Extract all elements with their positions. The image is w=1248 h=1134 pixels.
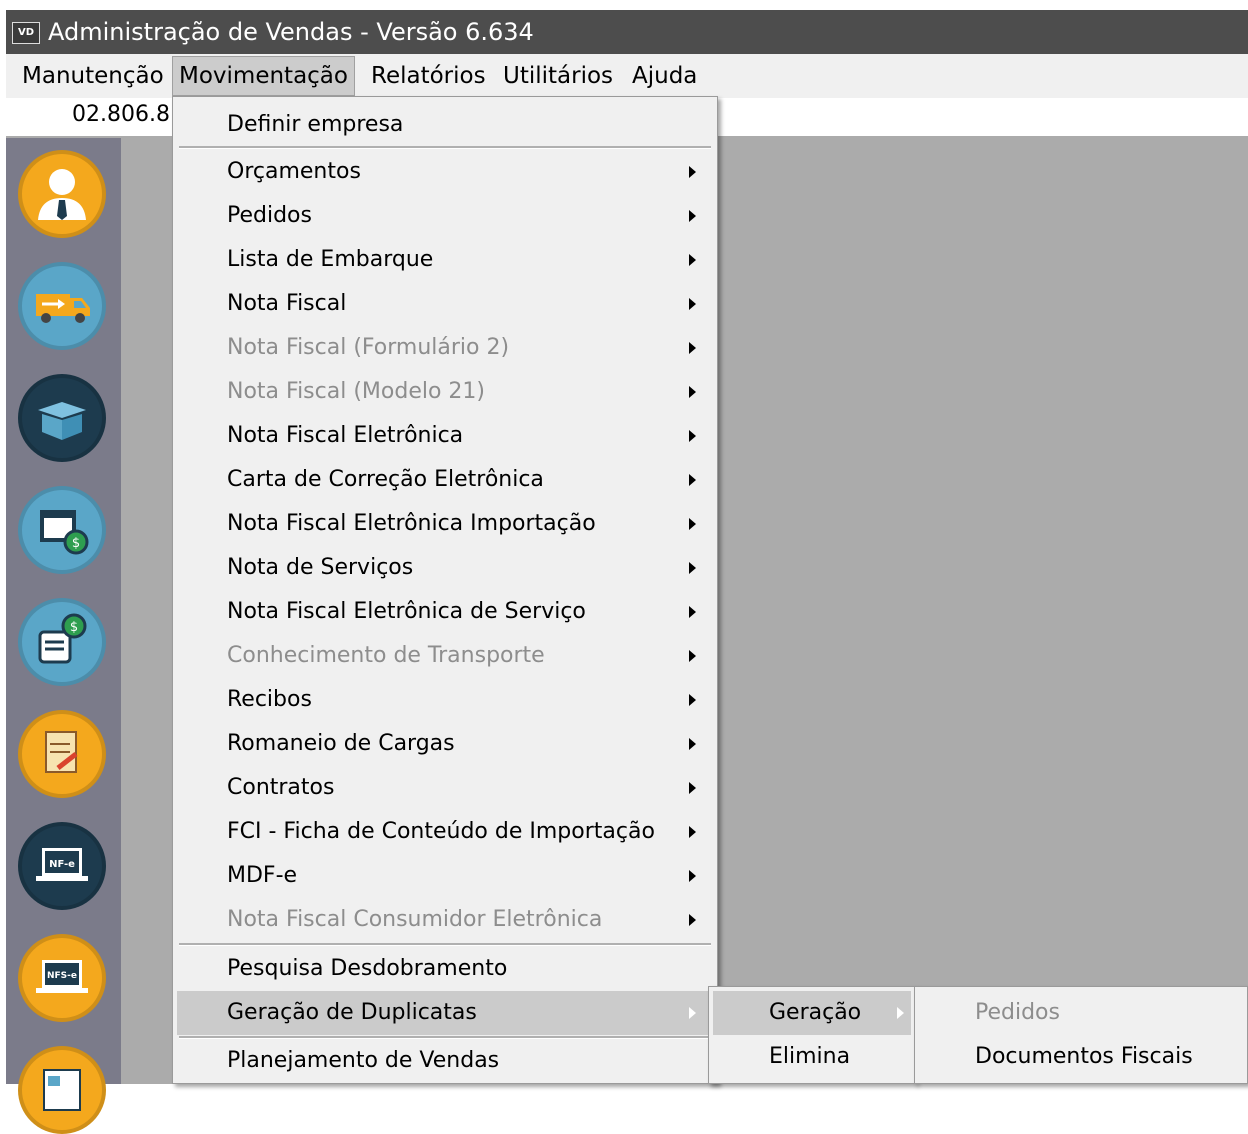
sidebar: $ $ NF-e NFS-e [6, 138, 121, 1134]
menu-item-pedidos[interactable]: Pedidos [173, 194, 717, 238]
duplicatas-submenu: Geração Elimina [708, 986, 916, 1084]
menu-item-nota-de-servicos[interactable]: Nota de Serviços [173, 546, 717, 590]
nf-e-icon[interactable]: NF-e [18, 822, 106, 910]
menu-item-pesquisa-desdobramento[interactable]: Pesquisa Desdobramento [173, 947, 717, 991]
submenu-item-documentos-fiscais[interactable]: Documentos Fiscais [915, 1035, 1247, 1079]
menu-item-geracao-de-duplicatas[interactable]: Geração de Duplicatas [177, 991, 713, 1035]
menu-item-carta-de-correcao[interactable]: Carta de Correção Eletrônica [173, 458, 717, 502]
submenu-arrow-icon [689, 826, 696, 838]
signed-document-icon[interactable] [18, 710, 106, 798]
submenu-arrow-icon [689, 166, 696, 178]
menu-movimentacao[interactable]: Movimentação [172, 56, 355, 96]
menu-item-conhecimento-de-transporte[interactable]: Conhecimento de Transporte [173, 634, 717, 678]
menu-manutencao[interactable]: Manutenção [16, 56, 170, 96]
menu-item-orcamentos[interactable]: Orçamentos [173, 150, 717, 194]
submenu-arrow-icon [689, 1007, 696, 1019]
menu-ajuda[interactable]: Ajuda [626, 56, 703, 96]
submenu-arrow-icon [689, 914, 696, 926]
document-money-icon[interactable]: $ [18, 598, 106, 686]
calendar-money-icon[interactable]: $ [18, 486, 106, 574]
submenu-arrow-icon [689, 474, 696, 486]
menu-item-mdf-e[interactable]: MDF-e [173, 854, 717, 898]
submenu-arrow-icon [689, 738, 696, 750]
nfs-e-icon[interactable]: NFS-e [18, 934, 106, 1022]
geracao-submenu: Pedidos Documentos Fiscais [914, 986, 1248, 1084]
submenu-arrow-icon [689, 518, 696, 530]
delivery-truck-icon[interactable] [18, 262, 106, 350]
submenu-arrow-icon [689, 298, 696, 310]
menu-item-nota-fiscal[interactable]: Nota Fiscal [173, 282, 717, 326]
company-code: 02.806.8 [72, 102, 170, 127]
menu-item-definir-empresa[interactable]: Definir empresa [173, 103, 717, 147]
submenu-arrow-icon [689, 782, 696, 794]
menu-item-planejamento-de-vendas[interactable]: Planejamento de Vendas [173, 1039, 717, 1083]
window-title: Administração de Vendas - Versão 6.634 [48, 18, 534, 46]
movimentacao-menu: Definir empresa Orçamentos Pedidos Lista… [172, 96, 718, 1084]
submenu-arrow-icon [689, 210, 696, 222]
menu-item-recibos[interactable]: Recibos [173, 678, 717, 722]
submenu-arrow-icon [689, 254, 696, 266]
submenu-arrow-icon [689, 342, 696, 354]
title-bar: VD Administração de Vendas - Versão 6.63… [6, 10, 1248, 54]
submenu-arrow-icon [689, 386, 696, 398]
submenu-arrow-icon [689, 650, 696, 662]
submenu-arrow-icon [689, 562, 696, 574]
menu-item-nfe-de-servico[interactable]: Nota Fiscal Eletrônica de Serviço [173, 590, 717, 634]
submenu-arrow-icon [689, 870, 696, 882]
app-icon[interactable]: VD [12, 22, 40, 44]
menu-item-nota-fiscal-modelo-21[interactable]: Nota Fiscal (Modelo 21) [173, 370, 717, 414]
menu-bar: Manutenção Movimentação Relatórios Utili… [6, 54, 1248, 98]
newspaper-icon[interactable] [18, 1046, 106, 1134]
menu-separator [179, 943, 711, 946]
submenu-arrow-icon [689, 606, 696, 618]
nf-e-label: NF-e [49, 859, 75, 870]
menu-item-nota-fiscal-eletronica[interactable]: Nota Fiscal Eletrônica [173, 414, 717, 458]
menu-item-lista-de-embarque[interactable]: Lista de Embarque [173, 238, 717, 282]
submenu-arrow-icon [689, 694, 696, 706]
menu-item-nota-fiscal-formulario-2[interactable]: Nota Fiscal (Formulário 2) [173, 326, 717, 370]
submenu-item-geracao[interactable]: Geração [713, 991, 911, 1035]
menu-utilitarios[interactable]: Utilitários [497, 56, 619, 96]
menu-separator [179, 146, 711, 149]
submenu-arrow-icon [897, 1007, 904, 1019]
menu-item-romaneio-de-cargas[interactable]: Romaneio de Cargas [173, 722, 717, 766]
menu-item-contratos[interactable]: Contratos [173, 766, 717, 810]
menu-item-fci[interactable]: FCI - Ficha de Conteúdo de Importação [173, 810, 717, 854]
box-icon[interactable] [18, 374, 106, 462]
svg-text:$: $ [70, 620, 78, 635]
user-icon[interactable] [18, 150, 106, 238]
menu-item-nfe-importacao[interactable]: Nota Fiscal Eletrônica Importação [173, 502, 717, 546]
menu-item-nfc-e[interactable]: Nota Fiscal Consumidor Eletrônica [173, 898, 717, 942]
nfs-e-label: NFS-e [47, 971, 77, 981]
submenu-item-elimina[interactable]: Elimina [709, 1035, 915, 1079]
submenu-arrow-icon [689, 430, 696, 442]
submenu-item-pedidos[interactable]: Pedidos [915, 991, 1247, 1035]
menu-relatorios[interactable]: Relatórios [365, 56, 492, 96]
svg-text:$: $ [72, 536, 80, 551]
